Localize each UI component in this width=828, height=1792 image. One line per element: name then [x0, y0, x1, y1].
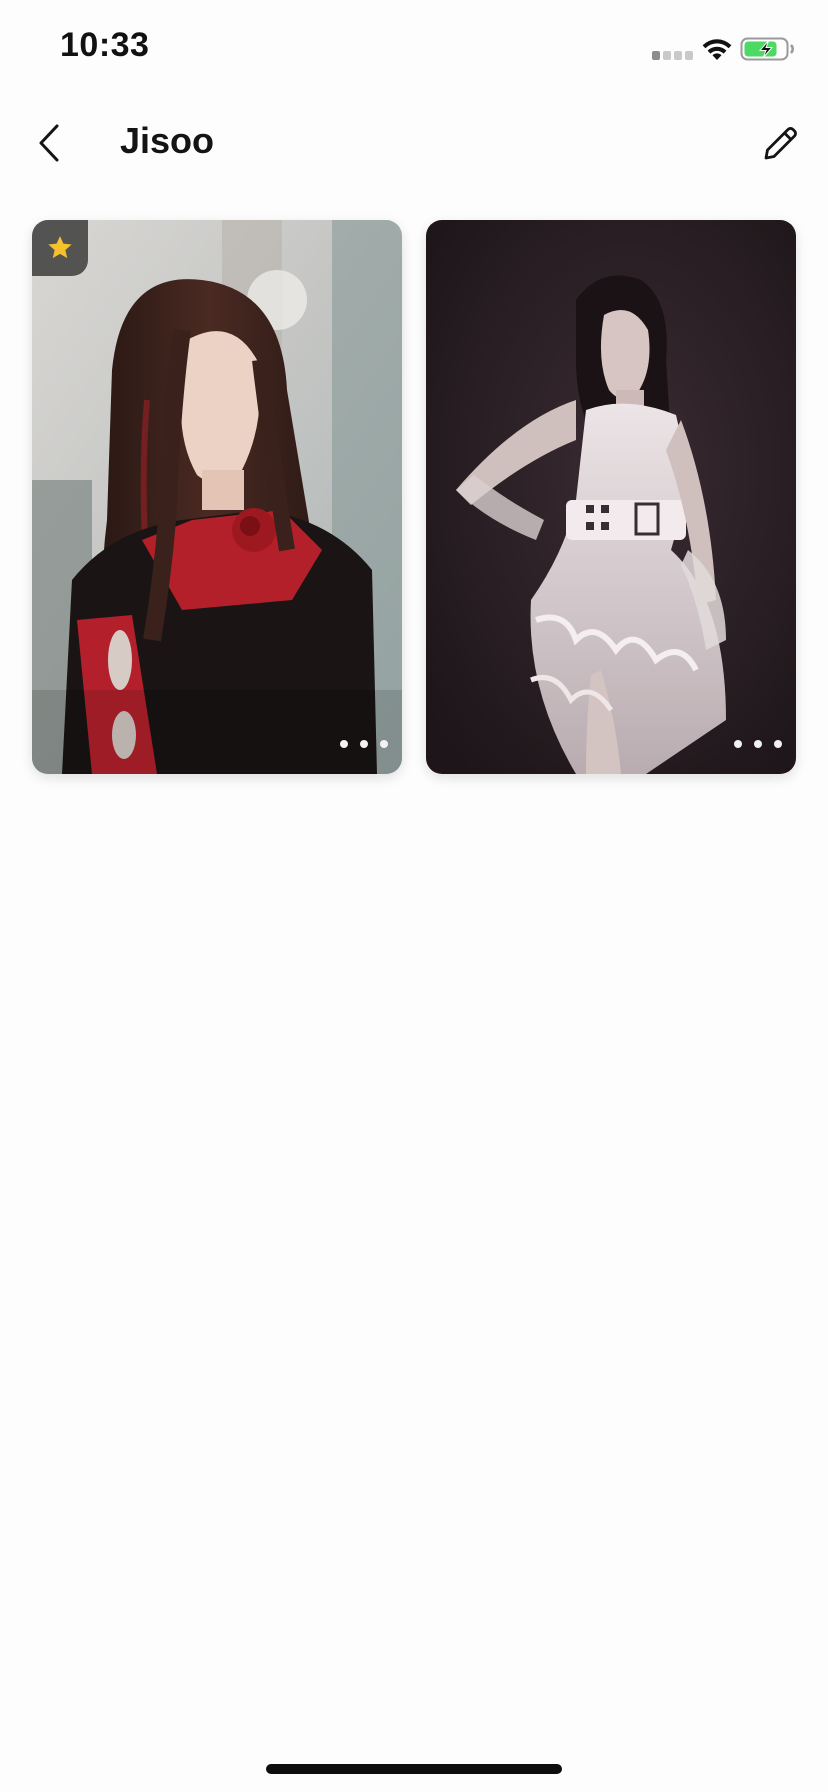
photo-card[interactable] — [32, 220, 402, 774]
back-button[interactable] — [26, 118, 72, 168]
status-time: 10:33 — [60, 26, 150, 64]
ellipsis-dot — [360, 740, 368, 748]
battery-icon — [740, 37, 794, 61]
star-icon — [48, 236, 72, 259]
cellular-signal-icon — [652, 51, 693, 60]
photo-card[interactable] — [426, 220, 796, 774]
ellipsis-dot — [340, 740, 348, 748]
page-title: Jisoo — [120, 120, 215, 161]
home-indicator[interactable] — [266, 1764, 562, 1774]
photo-grid — [32, 220, 796, 774]
nav-bar: Jisoo — [0, 100, 828, 186]
ellipsis-dot — [380, 740, 388, 748]
more-options-button[interactable] — [734, 736, 782, 752]
pencil-icon — [764, 127, 797, 160]
wifi-icon — [702, 39, 732, 60]
favorite-badge[interactable] — [32, 220, 88, 276]
status-bar: 10:33 — [0, 0, 828, 100]
ellipsis-dot — [774, 740, 782, 748]
more-options-button[interactable] — [340, 736, 388, 752]
photo-thumbnail — [32, 220, 402, 774]
ellipsis-dot — [734, 740, 742, 748]
ellipsis-dot — [754, 740, 762, 748]
edit-button[interactable] — [756, 118, 806, 168]
photo-thumbnail — [426, 220, 796, 774]
chevron-left-icon — [39, 124, 59, 162]
